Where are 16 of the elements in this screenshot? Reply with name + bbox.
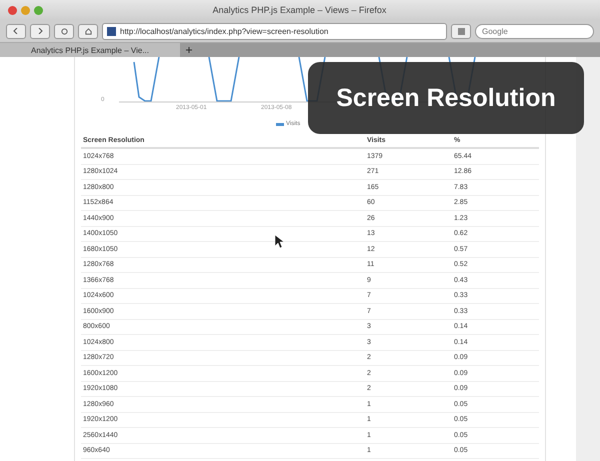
caption-overlay: Screen Resolution [308,62,584,134]
plus-icon [186,47,192,53]
window-title: Analytics PHP.js Example – Views – Firefox [212,5,388,15]
url-field[interactable]: http://localhost/analytics/index.php?view=screen-resolution [102,22,447,40]
reload-button[interactable] [54,24,74,38]
mouse-pointer-icon [275,235,284,249]
search-field[interactable]: Google [475,24,594,38]
back-button[interactable] [6,24,26,38]
browser-tab[interactable]: Analytics PHP.js Example – Vie... [0,43,180,57]
forward-button[interactable] [30,24,50,38]
close-icon[interactable] [8,6,17,14]
reload-icon [60,28,68,34]
house-icon [84,28,92,34]
bookmark-button[interactable] [451,24,471,38]
home-button[interactable] [78,24,98,38]
site-icon [107,26,116,36]
